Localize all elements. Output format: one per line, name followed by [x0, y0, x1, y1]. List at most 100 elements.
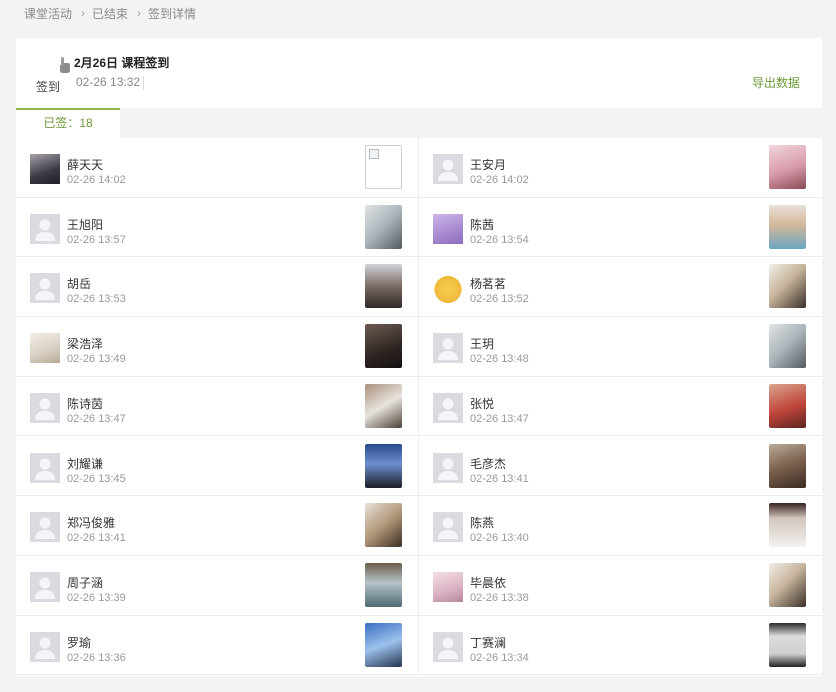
checkin-time: 02-26 13:48: [470, 353, 529, 366]
user-icon: [35, 278, 55, 301]
student-name: 薛天天: [67, 158, 104, 172]
student-name: 郑冯俊雅: [67, 516, 116, 531]
activity-time: 02-26 13:32: [76, 75, 141, 89]
checkin-time: 02-26 13:38: [470, 591, 529, 604]
student-checkin-row[interactable]: 王旭阳 02-26 13:57: [16, 197, 419, 258]
student-name: 丁赛澜: [470, 635, 507, 650]
checkin-photo[interactable]: [365, 324, 402, 369]
checkin-photo[interactable]: [769, 622, 806, 667]
student-checkin-row[interactable]: 胡岳 02-26 13:53: [16, 257, 419, 318]
student-checkin-row[interactable]: 刘耀谦 02-26 13:45: [16, 436, 419, 497]
student-list: 薛天天 02-26 14:02 王安月 02-26 14:02 王旭阳 02-26 13:…: [16, 138, 822, 676]
checkin-type-label: 签到: [36, 80, 61, 94]
student-checkin-row[interactable]: 陈茜 02-26 13:54: [419, 198, 822, 258]
avatar: [433, 392, 463, 423]
checkin-time: 02-26 14:02: [470, 174, 529, 186]
user-icon: [35, 219, 55, 241]
checkin-time: 02-26 13:49: [67, 353, 126, 366]
export-data-button[interactable]: 导出数据: [752, 74, 800, 91]
student-checkin-row[interactable]: 丁赛澜 02-26 13:34: [419, 616, 822, 676]
checkin-time: 02-26 13:47: [67, 412, 126, 425]
student-checkin-row[interactable]: 陈燕 02-26 13:40: [419, 496, 822, 556]
user-icon: [35, 637, 55, 659]
avatar: [433, 154, 463, 184]
tab-bar: 已签：18: [16, 108, 822, 138]
student-name: 罗瑜: [67, 635, 92, 650]
student-checkin-row[interactable]: 周子涵 02-26 13:39: [16, 555, 419, 616]
student-checkin-row[interactable]: 罗瑜 02-26 13:36: [16, 615, 419, 676]
student-name: 刘耀谦: [67, 456, 104, 471]
avatar: [433, 452, 463, 483]
checkin-photo[interactable]: [769, 562, 806, 607]
tab-signed[interactable]: 已签：18: [16, 108, 120, 138]
student-checkin-row[interactable]: 梁浩泽 02-26 13:49: [16, 317, 419, 377]
checkin-photo[interactable]: [769, 324, 806, 369]
checkin-photo[interactable]: [769, 503, 806, 548]
checkin-photo[interactable]: [769, 264, 806, 309]
checkin-photo[interactable]: [365, 145, 402, 189]
checkin-time: 02-26 13:40: [470, 532, 529, 545]
avatar: [30, 392, 60, 423]
student-name: 张悦: [470, 396, 495, 411]
checkin-photo[interactable]: [365, 503, 402, 548]
divider: [143, 76, 144, 90]
student-name: 陈茜: [470, 217, 495, 232]
user-icon: [438, 159, 458, 181]
student-name: 杨茗茗: [470, 277, 507, 292]
activity-title: 2月26日 课程签到: [74, 56, 170, 70]
breadcrumb-classroom-activities[interactable]: 课堂活动: [24, 5, 72, 22]
user-icon: [438, 398, 458, 420]
checkin-photo[interactable]: [365, 622, 402, 667]
student-name: 陈燕: [470, 516, 495, 531]
checkin-time: 02-26 13:53: [67, 293, 126, 306]
user-icon: [438, 338, 458, 361]
user-icon: [438, 458, 458, 480]
student-checkin-row[interactable]: 毛彦杰 02-26 13:41: [419, 437, 822, 497]
avatar: [30, 631, 60, 662]
checkin-time: 02-26 14:02: [67, 174, 126, 186]
student-checkin-row[interactable]: 王安月 02-26 14:02: [419, 138, 822, 198]
checkin-photo[interactable]: [769, 383, 806, 428]
student-checkin-row[interactable]: 陈诗茵 02-26 13:47: [16, 376, 419, 437]
checkin-photo[interactable]: [365, 204, 402, 249]
user-icon: [35, 398, 55, 420]
student-checkin-row[interactable]: 薛天天 02-26 14:02: [16, 138, 419, 198]
checkin-photo[interactable]: [365, 383, 402, 428]
avatar: [30, 512, 60, 543]
avatar: [433, 512, 463, 543]
chevron-right-icon: ›: [81, 6, 86, 20]
breadcrumb: 课堂活动 › 已结束 › 签到详情: [24, 4, 196, 22]
checkin-photo[interactable]: [365, 562, 402, 607]
avatar: [30, 333, 60, 364]
student-name: 陈诗茵: [67, 396, 104, 411]
checkin-time: 02-26 13:45: [67, 472, 126, 485]
student-checkin-row[interactable]: 毕晨依 02-26 13:38: [419, 556, 822, 616]
student-name: 梁浩泽: [67, 337, 104, 352]
activity-header: 签到 2月26日 课程签到 02-26 13:32 导出数据: [16, 38, 822, 109]
student-name: 王玥: [470, 337, 495, 352]
checkin-photo[interactable]: [365, 264, 402, 309]
checkin-photo[interactable]: [769, 145, 806, 189]
checkin-photo[interactable]: [769, 204, 806, 249]
user-icon: [438, 517, 458, 540]
checkin-photo[interactable]: [365, 443, 402, 488]
student-checkin-row[interactable]: 杨茗茗 02-26 13:52: [419, 257, 822, 318]
student-name: 王安月: [470, 158, 507, 172]
checkin-time: 02-26 13:54: [470, 233, 529, 246]
checkin-time: 02-26 13:41: [470, 472, 529, 485]
avatar: [30, 154, 60, 184]
student-name: 王旭阳: [67, 217, 104, 232]
avatar: [30, 452, 60, 483]
checkin-photo[interactable]: [769, 443, 806, 488]
user-icon: [35, 577, 55, 599]
student-name: 毕晨依: [470, 575, 507, 590]
checkin-time: 02-26 13:41: [67, 532, 126, 545]
breadcrumb-ended[interactable]: 已结束: [92, 5, 128, 22]
student-checkin-row[interactable]: 郑冯俊雅 02-26 13:41: [16, 496, 419, 556]
user-icon: [438, 637, 458, 659]
student-name: 毛彦杰: [470, 456, 507, 471]
student-checkin-row[interactable]: 张悦 02-26 13:47: [419, 377, 822, 437]
checkin-time: 02-26 13:52: [470, 293, 529, 306]
avatar: [433, 213, 463, 244]
student-checkin-row[interactable]: 王玥 02-26 13:48: [419, 317, 822, 377]
